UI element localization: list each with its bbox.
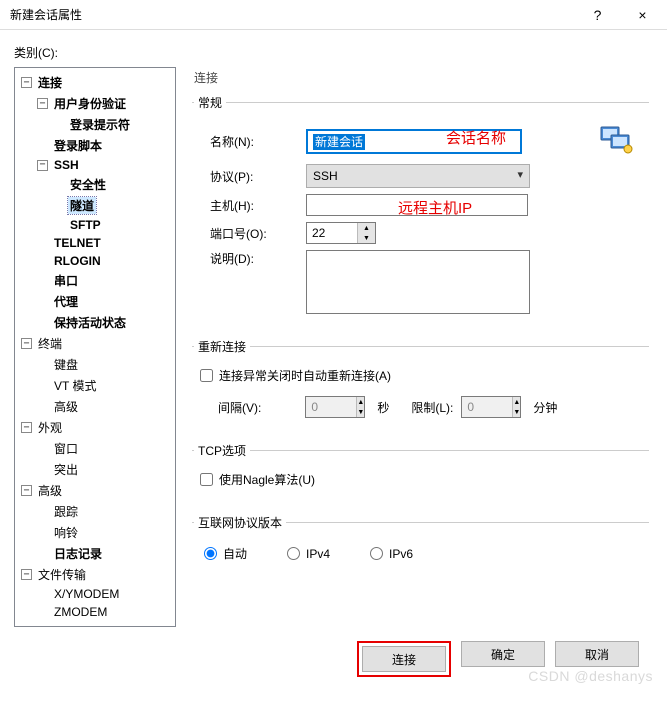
category-label: 类别(C): bbox=[14, 44, 653, 61]
collapse-icon[interactable]: − bbox=[21, 569, 32, 580]
description-field[interactable] bbox=[306, 250, 530, 314]
tree-item-xymodem[interactable]: X/YMODEM bbox=[35, 585, 175, 603]
limit-label: 限制(L): bbox=[411, 399, 453, 416]
tree-item-window[interactable]: 窗口 bbox=[35, 438, 175, 459]
interval-field bbox=[306, 397, 356, 417]
limit-field bbox=[462, 397, 512, 417]
host-label: 主机(H): bbox=[198, 197, 298, 214]
annotation-host: 远程主机IP bbox=[398, 197, 472, 218]
group-reconnect-legend: 重新连接 bbox=[194, 338, 250, 355]
radio-ipv6[interactable]: IPv6 bbox=[370, 545, 413, 562]
annotation-name: 会话名称 bbox=[446, 127, 506, 148]
tree-item-security[interactable]: 安全性 bbox=[51, 174, 175, 195]
collapse-icon[interactable]: − bbox=[37, 160, 48, 171]
cancel-button[interactable]: 取消 bbox=[555, 641, 639, 667]
interval-label: 间隔(V): bbox=[218, 399, 261, 416]
tree-item-rlogin[interactable]: RLOGIN bbox=[35, 252, 175, 270]
tree-item-login-prompt[interactable]: 登录提示符 bbox=[51, 114, 175, 135]
tree-item-tunnel[interactable]: 隧道 bbox=[51, 195, 175, 216]
nagle-checkbox[interactable] bbox=[200, 473, 213, 486]
tree-item-terminal[interactable]: −终端 bbox=[19, 333, 175, 354]
group-ip: 互联网协议版本 自动 IPv4 IPv6 bbox=[192, 514, 649, 572]
tree-item-proxy[interactable]: 代理 bbox=[35, 291, 175, 312]
tree-item-appearance[interactable]: −外观 bbox=[19, 417, 175, 438]
tree-item-terminal-advanced[interactable]: 高级 bbox=[35, 396, 175, 417]
interval-unit: 秒 bbox=[377, 399, 389, 416]
dialog-footer: 连接 确定 取消 bbox=[14, 627, 653, 687]
auto-reconnect-checkbox[interactable] bbox=[200, 369, 213, 382]
tree-item-advanced[interactable]: −高级 bbox=[19, 480, 175, 501]
tree-item-login-script[interactable]: 登录脚本 bbox=[35, 135, 175, 156]
limit-unit: 分钟 bbox=[533, 399, 557, 416]
radio-auto[interactable]: 自动 bbox=[204, 545, 247, 562]
help-button[interactable]: ? bbox=[575, 0, 620, 30]
close-button[interactable]: × bbox=[620, 0, 665, 30]
port-label: 端口号(O): bbox=[198, 225, 298, 242]
ok-button[interactable]: 确定 bbox=[461, 641, 545, 667]
tree-item-keyboard[interactable]: 键盘 bbox=[35, 354, 175, 375]
tree-item-bell[interactable]: 响铃 bbox=[35, 522, 175, 543]
group-general-legend: 常规 bbox=[194, 94, 226, 111]
spin-down-icon[interactable]: ▼ bbox=[358, 233, 375, 243]
tree-item-auth[interactable]: −用户身份验证 bbox=[35, 93, 175, 114]
collapse-icon[interactable]: − bbox=[21, 422, 32, 433]
tree-item-sftp[interactable]: SFTP bbox=[51, 216, 175, 234]
port-field[interactable] bbox=[307, 223, 357, 243]
group-reconnect: 重新连接 连接异常关闭时自动重新连接(A) 间隔(V): ▲▼ 秒 限制(L): bbox=[192, 338, 649, 426]
tree-item-connection[interactable]: −连接 bbox=[19, 72, 175, 93]
group-ip-legend: 互联网协议版本 bbox=[194, 514, 286, 531]
nagle-label: 使用Nagle算法(U) bbox=[219, 471, 315, 488]
category-tree[interactable]: −连接 −用户身份验证 登录提示符 登录脚本 −SSH 安全性 隧道 SFTP bbox=[14, 67, 176, 627]
spin-up-icon: ▲ bbox=[357, 397, 364, 407]
collapse-icon[interactable]: − bbox=[21, 338, 32, 349]
tree-item-highlight[interactable]: 突出 bbox=[35, 459, 175, 480]
spin-down-icon: ▼ bbox=[357, 407, 364, 417]
tree-item-serial[interactable]: 串口 bbox=[35, 270, 175, 291]
window-title: 新建会话属性 bbox=[10, 6, 575, 23]
spin-up-icon[interactable]: ▲ bbox=[358, 223, 375, 233]
desc-label: 说明(D): bbox=[198, 250, 298, 267]
tree-item-trace[interactable]: 跟踪 bbox=[35, 501, 175, 522]
tree-item-logging[interactable]: 日志记录 bbox=[35, 543, 175, 564]
port-stepper[interactable]: ▲▼ bbox=[306, 222, 376, 244]
tree-item-keep-alive[interactable]: 保持活动状态 bbox=[35, 312, 175, 333]
spin-up-icon: ▲ bbox=[513, 397, 520, 407]
group-tcp-legend: TCP选项 bbox=[194, 442, 250, 459]
interval-stepper: ▲▼ bbox=[305, 396, 365, 418]
spin-down-icon: ▼ bbox=[513, 407, 520, 417]
collapse-icon[interactable]: − bbox=[21, 77, 32, 88]
annotation-highlight: 连接 bbox=[357, 641, 451, 677]
group-tcp: TCP选项 使用Nagle算法(U) bbox=[192, 442, 649, 498]
collapse-icon[interactable]: − bbox=[37, 98, 48, 109]
tree-item-file-transfer[interactable]: −文件传输 bbox=[19, 564, 175, 585]
protocol-label: 协议(P): bbox=[198, 168, 298, 185]
name-label: 名称(N): bbox=[198, 133, 298, 150]
computers-icon bbox=[599, 125, 633, 158]
tree-item-ssh[interactable]: −SSH bbox=[35, 156, 175, 174]
connect-button[interactable]: 连接 bbox=[362, 646, 446, 672]
group-general: 常规 名称(N): 新建会话 会话名称 bbox=[192, 94, 649, 322]
tree-item-zmodem[interactable]: ZMODEM bbox=[35, 603, 175, 621]
tree-item-vt-mode[interactable]: VT 模式 bbox=[35, 375, 175, 396]
panel-title: 连接 bbox=[188, 67, 653, 88]
radio-ipv4[interactable]: IPv4 bbox=[287, 545, 330, 562]
protocol-select[interactable]: SSH bbox=[306, 164, 530, 188]
tree-item-telnet[interactable]: TELNET bbox=[35, 234, 175, 252]
collapse-icon[interactable]: − bbox=[21, 485, 32, 496]
limit-stepper: ▲▼ bbox=[461, 396, 521, 418]
auto-reconnect-label: 连接异常关闭时自动重新连接(A) bbox=[219, 367, 391, 384]
titlebar: 新建会话属性 ? × bbox=[0, 0, 667, 30]
